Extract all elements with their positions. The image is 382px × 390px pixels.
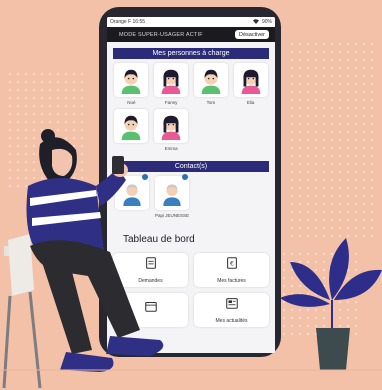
avatar <box>154 63 189 97</box>
dependent-card[interactable]: Elia <box>232 63 269 105</box>
avatar <box>114 63 149 97</box>
wifi-icon <box>252 18 259 26</box>
calendar-icon <box>144 299 158 318</box>
news-icon <box>225 296 239 315</box>
battery-level: 90% <box>261 19 272 25</box>
avatar <box>114 109 149 143</box>
dependent-card[interactable] <box>113 109 150 151</box>
tile-label: Demandes <box>138 278 163 284</box>
tile-label: Mes factures <box>217 278 246 284</box>
dependent-card[interactable]: Fanny <box>153 63 190 105</box>
avatar <box>233 63 268 97</box>
dependents-grid: Noé Fanny Tom Elia Emma <box>107 59 275 155</box>
contacts-title: Contact(s) <box>113 161 269 172</box>
dependent-name: Tom <box>206 100 216 105</box>
dependent-name: Emma <box>164 146 178 151</box>
super-user-label: MODE SUPER-USAGER ACTIF <box>119 31 203 38</box>
contact-badge-icon <box>182 174 189 180</box>
decorative-dots <box>6 70 86 190</box>
tile-label: Mes actualités <box>215 318 248 324</box>
carrier-and-time: Orange F 16:55 <box>110 19 146 25</box>
dependent-name: Fanny <box>164 100 178 105</box>
contact-badge-icon <box>142 174 148 180</box>
status-bar: Orange F 16:55 90% <box>107 17 275 27</box>
dependents-title: Mes personnes à charge <box>113 48 269 59</box>
dashboard-tile[interactable]: € Mes factures <box>194 253 269 287</box>
dashboard-tiles: Demandes € Mes factures Mes actualités <box>107 249 275 331</box>
dashboard-tile[interactable]: Demandes <box>113 253 188 287</box>
avatar <box>193 63 228 97</box>
dashboard-tile[interactable] <box>113 293 188 327</box>
decorative-dots <box>288 40 378 240</box>
deactivate-button[interactable]: Désactiver <box>235 30 269 39</box>
contacts-row: Papi JEUNESSE <box>107 172 275 222</box>
avatar <box>155 176 189 210</box>
contact-card[interactable]: Papi JEUNESSE <box>155 174 190 218</box>
dependent-name: Noé <box>127 100 136 105</box>
document-icon <box>144 256 158 275</box>
chair-illustration <box>2 234 42 389</box>
avatar <box>115 176 149 210</box>
dashboard-tile[interactable]: Mes actualités <box>194 293 269 327</box>
svg-text:€: € <box>230 261 234 268</box>
decorative-dots <box>272 250 362 340</box>
dependent-card[interactable]: Noé <box>113 63 150 105</box>
invoice-icon: € <box>225 256 239 275</box>
contact-name: Papi JEUNESSE <box>155 213 190 218</box>
phone-screen: Orange F 16:55 90% MODE SUPER-USAGER ACT… <box>107 17 275 353</box>
plant-illustration <box>280 238 382 370</box>
dependent-card[interactable]: Emma <box>153 109 190 151</box>
dependent-name: Elia <box>246 100 255 105</box>
contact-card[interactable] <box>115 174 149 218</box>
super-user-bar: MODE SUPER-USAGER ACTIF Désactiver <box>107 27 275 42</box>
dashboard-title: Tableau de bord <box>123 234 195 245</box>
avatar <box>154 109 189 143</box>
dependent-card[interactable]: Tom <box>193 63 230 105</box>
